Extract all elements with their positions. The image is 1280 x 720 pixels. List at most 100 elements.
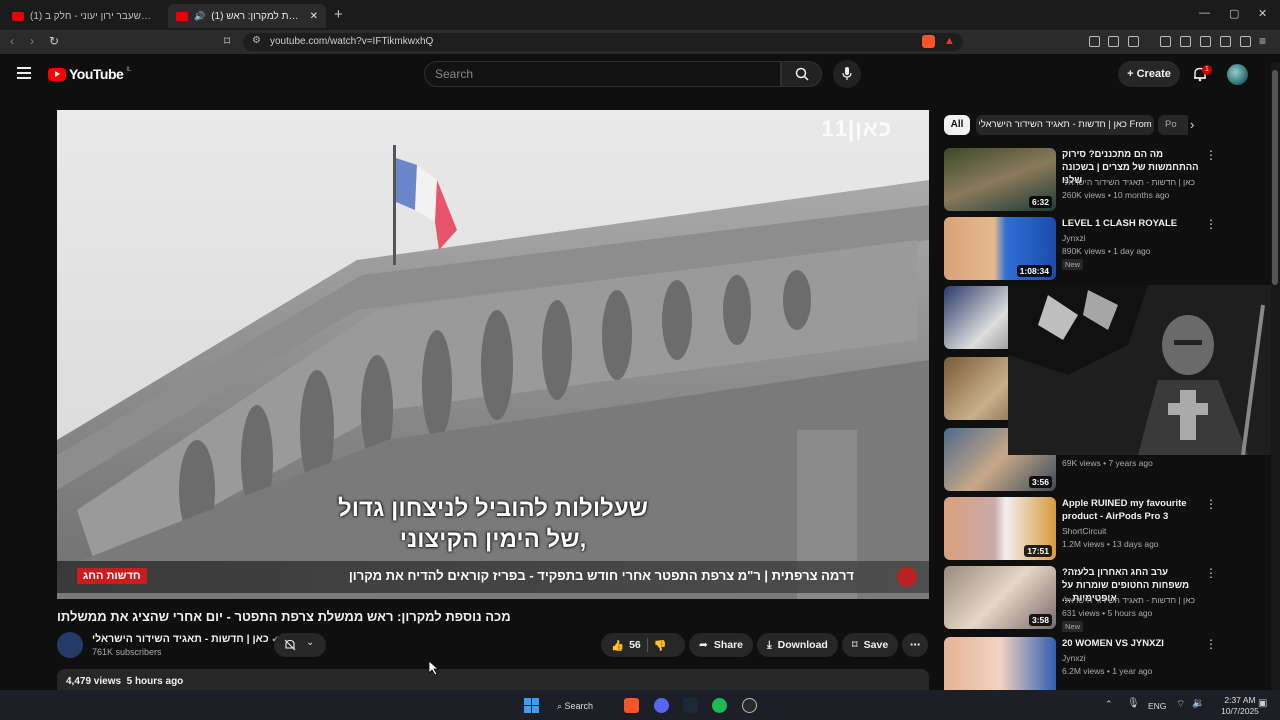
- guide-menu-icon[interactable]: [17, 67, 31, 82]
- discord-icon[interactable]: [654, 698, 669, 713]
- voice-search-button[interactable]: [833, 60, 861, 88]
- channel-name[interactable]: Jynxzi: [1062, 653, 1086, 663]
- browser-menu-icon[interactable]: ≡: [1259, 34, 1266, 48]
- subscribed-notifications-button[interactable]: ⌄: [274, 633, 326, 657]
- more-vertical-icon[interactable]: ⋮: [1205, 217, 1217, 231]
- brave-shields-icon[interactable]: [922, 35, 935, 48]
- bookmark-icon[interactable]: ⌑: [224, 34, 230, 48]
- volume-icon[interactable]: 🔉: [1192, 698, 1204, 709]
- spotify-icon[interactable]: [712, 698, 727, 713]
- minimize-icon[interactable]: —: [1199, 7, 1210, 19]
- share-label: Share: [713, 639, 743, 651]
- recommendation-item[interactable]: 3:58 ערב החג האחרון בלעזה? משפחות החטופי…: [944, 566, 1244, 632]
- extension-icon[interactable]: [1128, 36, 1139, 47]
- site-info-icon[interactable]: ⚙: [252, 35, 261, 46]
- thumbs-up-icon: 👍: [611, 639, 625, 652]
- audio-playing-icon[interactable]: 🔊: [194, 11, 205, 22]
- sidebar-icon[interactable]: [1180, 36, 1191, 47]
- chip-from-channel[interactable]: כאן | חדשות - תאגיד השידור הישראלי From: [976, 115, 1154, 135]
- more-vertical-icon[interactable]: ⋮: [1205, 497, 1217, 511]
- video-title: מכה נוספת למקרון: ראש ממשלת צרפת התפטר -…: [57, 609, 511, 624]
- channel-name[interactable]: כאן | חדשות - תאגיד השידור הישראלי ✔: [92, 633, 279, 645]
- microphone-icon: [842, 67, 852, 80]
- ticker-badge: חדשות החג: [77, 568, 147, 584]
- chip-partial[interactable]: Po: [1158, 115, 1188, 135]
- clock[interactable]: 2:37 AM 10/7/2025: [1220, 695, 1260, 717]
- extensions-puzzle-icon[interactable]: [1108, 36, 1119, 47]
- dislike-button[interactable]: 👎: [654, 639, 667, 652]
- reload-icon[interactable]: ↻: [49, 34, 59, 48]
- media-icon[interactable]: [1160, 36, 1171, 47]
- video-title[interactable]: LEVEL 1 CLASH ROYALE: [1062, 217, 1202, 230]
- recommendation-item[interactable]: 17:51 Apple RUINED my favourite product …: [944, 497, 1244, 561]
- browser-tab-2-active[interactable]: 🔊 (1) מכה נוספת למקרון: ראש ✕: [168, 4, 326, 28]
- search-icon: [795, 67, 809, 81]
- brave-rewards-icon[interactable]: ▲: [944, 35, 955, 47]
- microphone-icon[interactable]: 🎙: [1127, 698, 1140, 709]
- more-vertical-icon[interactable]: ⋮: [1205, 148, 1217, 162]
- country-code: IL: [126, 67, 132, 73]
- address-bar[interactable]: youtube.com/watch?v=IFTikmkwxhQ: [243, 33, 963, 51]
- thumbnail[interactable]: 17:51: [944, 497, 1056, 560]
- channel-name[interactable]: כאן | חדשות - תאגיד השידור הישראלי: [1062, 177, 1195, 187]
- video-title[interactable]: Apple RUINED my favourite product - AirP…: [1062, 497, 1202, 523]
- chevron-right-icon[interactable]: ›: [1190, 117, 1194, 132]
- browser-tab-1[interactable]: (1) הרב לשעבר ירון יעוני - חלק ב: [4, 4, 164, 28]
- forward-icon[interactable]: ›: [30, 34, 34, 48]
- share-button[interactable]: ➦ Share: [689, 633, 753, 657]
- views-and-date: 6.2M views • 1 year ago: [1062, 666, 1153, 676]
- more-actions-button[interactable]: ⋯: [902, 633, 928, 657]
- notification-center-icon[interactable]: ▣: [1258, 698, 1267, 709]
- chevron-up-icon[interactable]: ⌃: [1105, 699, 1113, 710]
- floating-overlay-image: [1008, 285, 1280, 455]
- search-input[interactable]: Search: [424, 61, 781, 87]
- more-vertical-icon[interactable]: ⋮: [1205, 566, 1217, 580]
- extension-icon[interactable]: [1089, 36, 1100, 47]
- close-tab-icon[interactable]: ✕: [310, 11, 318, 22]
- channel-name[interactable]: Jynxzi: [1062, 233, 1086, 243]
- channel-name[interactable]: ShortCircuit: [1062, 526, 1106, 536]
- thumbs-down-icon: 👎: [653, 639, 667, 652]
- leo-ai-icon[interactable]: [1220, 36, 1231, 47]
- video-player[interactable]: כאן|11 שעלולות להוביל לניצחון גדול של הי…: [57, 110, 929, 599]
- youtube-logo[interactable]: YouTube IL: [48, 66, 131, 82]
- wifi-icon[interactable]: ⌔: [1176, 698, 1185, 711]
- windows-start-icon[interactable]: [524, 698, 539, 713]
- subtitle-line-2: של הימין הקיצוני,: [399, 526, 587, 553]
- search-button[interactable]: [781, 61, 822, 87]
- close-window-icon[interactable]: ✕: [1258, 7, 1267, 20]
- recommendation-item[interactable]: 6:32 מה הם מתכננים? סירוק ההתחמשות של מצ…: [944, 148, 1244, 212]
- like-button[interactable]: 👍 56: [611, 639, 641, 652]
- more-vertical-icon[interactable]: ⋮: [1205, 637, 1217, 651]
- recommendation-item[interactable]: 1:08:34 LEVEL 1 CLASH ROYALE Jynxzi 890K…: [944, 217, 1244, 281]
- download-button[interactable]: ⤓ Download: [757, 633, 838, 657]
- tab-label: (1) הרב לשעבר ירון יעוני - חלק ב: [30, 10, 156, 22]
- taskbar-search[interactable]: ⌕ Search: [557, 697, 609, 715]
- thumbnail[interactable]: 6:32: [944, 148, 1056, 211]
- back-icon[interactable]: ‹: [10, 34, 14, 48]
- views-and-date: 631 views • 5 hours ago: [1062, 608, 1153, 618]
- youtube-play-logo-icon: [48, 67, 66, 81]
- save-label: Save: [863, 639, 889, 651]
- scrollbar-thumb[interactable]: [1272, 70, 1278, 285]
- video-title[interactable]: 20 WOMEN VS JYNXZI: [1062, 637, 1202, 650]
- create-button[interactable]: + Create: [1118, 61, 1180, 87]
- steam-icon[interactable]: [683, 698, 698, 713]
- chip-all[interactable]: All: [944, 115, 970, 135]
- app-icon[interactable]: [742, 698, 757, 713]
- broadcaster-watermark: כאן|11: [821, 116, 892, 141]
- account-avatar[interactable]: [1227, 64, 1248, 85]
- input-language[interactable]: ENG: [1148, 701, 1166, 711]
- thumbnail[interactable]: 3:58: [944, 566, 1056, 629]
- maximize-icon[interactable]: ▢: [1229, 7, 1239, 20]
- vpn-icon[interactable]: [1240, 36, 1251, 47]
- brave-browser-icon[interactable]: [624, 698, 639, 713]
- youtube-logo-text: YouTube: [69, 66, 124, 82]
- channel-avatar[interactable]: [57, 632, 83, 658]
- save-button[interactable]: ⌑ Save: [842, 633, 898, 657]
- new-tab-button[interactable]: +: [334, 6, 343, 23]
- channel-name[interactable]: כאן | חדשות - תאגיד השידור הישראלי: [1062, 595, 1195, 605]
- wallet-icon[interactable]: [1200, 36, 1211, 47]
- thumbnail[interactable]: 1:08:34: [944, 217, 1056, 280]
- like-count: 56: [629, 639, 641, 651]
